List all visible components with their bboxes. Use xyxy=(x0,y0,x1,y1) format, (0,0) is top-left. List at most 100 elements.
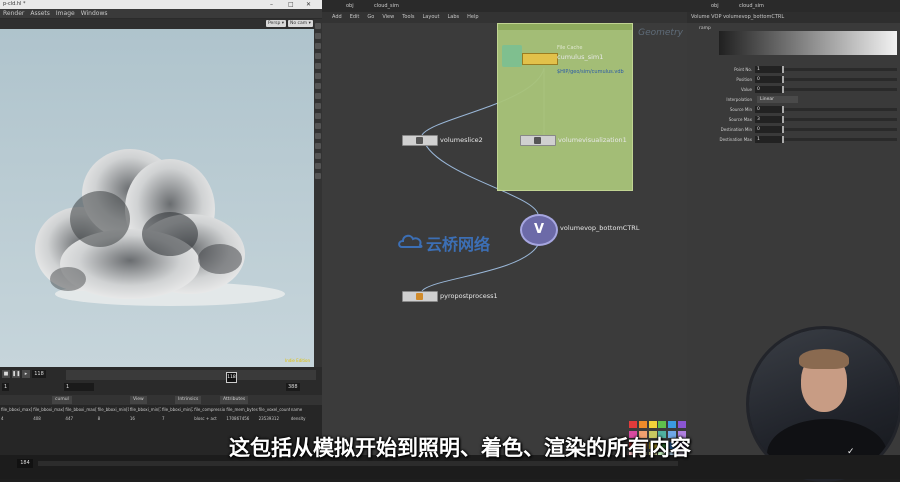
param-tab-cloud-sim[interactable]: cloud_sim xyxy=(735,2,768,10)
color-swatch[interactable] xyxy=(678,421,687,428)
volumeslice-node[interactable] xyxy=(402,135,438,146)
param-tab-obj[interactable]: obj xyxy=(707,2,723,10)
color-swatch[interactable] xyxy=(638,421,647,428)
slider-handle[interactable] xyxy=(782,66,784,73)
param-slider[interactable] xyxy=(783,118,897,121)
slider-handle[interactable] xyxy=(782,106,784,113)
menu-go[interactable]: Go xyxy=(367,12,374,23)
param-slider[interactable] xyxy=(783,78,897,81)
pyropostprocess-node[interactable] xyxy=(402,291,438,302)
volumevop-node[interactable]: V xyxy=(520,214,558,246)
range-start-field[interactable]: 1 xyxy=(2,383,10,391)
column-header[interactable]: file_bboxi_min[1] xyxy=(129,407,161,415)
snap-icon[interactable] xyxy=(315,113,321,119)
3d-viewport[interactable]: Persp ▾ No cam ▾ Indie Edition xyxy=(0,19,314,367)
column-header[interactable]: file_bboxi_min[2] xyxy=(161,407,193,415)
slider-handle[interactable] xyxy=(782,86,784,93)
persp-dropdown[interactable]: Persp ▾ xyxy=(266,20,287,27)
volumevisualization-node[interactable] xyxy=(520,135,556,146)
attributes-dropdown[interactable]: Attributes xyxy=(220,396,249,404)
column-header[interactable]: file_bboxi_min[0] xyxy=(97,407,129,415)
shading-icon[interactable] xyxy=(315,43,321,49)
normals-icon[interactable] xyxy=(315,103,321,109)
color-swatch[interactable] xyxy=(629,421,637,428)
column-header[interactable]: file_compressio xyxy=(193,407,225,415)
menu-windows[interactable]: Windows xyxy=(81,9,108,18)
menu-assets[interactable]: Assets xyxy=(30,9,50,18)
camera-dropdown[interactable]: No cam ▾ xyxy=(288,20,313,27)
view-dropdown[interactable]: View xyxy=(130,396,147,404)
wireframe-icon[interactable] xyxy=(315,83,321,89)
current-frame-field[interactable]: 118 xyxy=(32,370,46,378)
column-header[interactable]: file_bboxi_max[0] xyxy=(0,407,32,415)
param-value-field[interactable]: 0 xyxy=(755,76,782,83)
menu-view[interactable]: View xyxy=(382,12,394,23)
param-slider[interactable] xyxy=(783,128,897,131)
param-value-field[interactable]: 0 xyxy=(755,126,782,133)
file-cache-node[interactable] xyxy=(502,45,558,69)
table-row[interactable]: 4 408 447 8 16 7 blosc + act 170867456 2… xyxy=(0,416,322,424)
grid-icon[interactable] xyxy=(315,53,321,59)
intrinsics-dropdown[interactable]: Intrinsics xyxy=(175,396,202,404)
network-box-header[interactable] xyxy=(498,24,632,30)
frame-marker[interactable]: 118 xyxy=(226,372,237,383)
node-path-field[interactable]: cumul xyxy=(52,396,72,404)
ramp-editor[interactable] xyxy=(719,31,897,55)
range-start-field-2[interactable]: 1 xyxy=(64,383,94,391)
param-slider[interactable] xyxy=(783,68,897,71)
param-value-field[interactable]: 0 xyxy=(755,106,782,113)
param-value-field[interactable]: 0 xyxy=(755,86,782,93)
column-header[interactable]: file_bboxi_max[1] xyxy=(32,407,64,415)
flipbook-icon[interactable] xyxy=(315,163,321,169)
background-icon[interactable] xyxy=(315,153,321,159)
tab-obj[interactable]: obj xyxy=(342,2,358,10)
column-header[interactable]: name xyxy=(290,407,322,415)
param-value-field[interactable]: 3 xyxy=(755,116,782,123)
menu-add[interactable]: Add xyxy=(332,12,342,23)
menu-tools[interactable]: Tools xyxy=(402,12,414,23)
node-name-field[interactable]: volumevop_bottomCTRL xyxy=(723,14,784,20)
param-slider[interactable] xyxy=(783,138,897,141)
visibility-icon[interactable] xyxy=(315,133,321,139)
param-slider[interactable] xyxy=(783,88,897,91)
column-header[interactable]: file_voxel_count xyxy=(258,407,290,415)
home-icon[interactable] xyxy=(315,23,321,29)
param-value-field[interactable]: 1 xyxy=(755,136,782,143)
menu-render[interactable]: Render xyxy=(3,9,24,18)
column-header[interactable]: file_bboxi_max[2] xyxy=(64,407,96,415)
ghost-icon[interactable] xyxy=(315,123,321,129)
display-icon[interactable] xyxy=(315,33,321,39)
menu-help[interactable]: Help xyxy=(467,12,478,23)
layout-icon[interactable] xyxy=(315,173,321,179)
param-value-field[interactable]: 1 xyxy=(755,66,782,73)
close-icon[interactable]: ✕ xyxy=(306,0,311,9)
minimize-icon[interactable]: – xyxy=(270,0,273,9)
slider-handle[interactable] xyxy=(782,126,784,133)
menu-labs[interactable]: Labs xyxy=(448,12,460,23)
menu-layout[interactable]: Layout xyxy=(423,12,440,23)
slider-handle[interactable] xyxy=(782,136,784,143)
color-swatch[interactable] xyxy=(648,421,657,428)
step-icon[interactable]: ▸ xyxy=(22,370,30,378)
column-header[interactable]: file_mem_bytes xyxy=(225,407,257,415)
light-icon[interactable] xyxy=(315,73,321,79)
camera-icon[interactable] xyxy=(315,63,321,69)
slider-handle[interactable] xyxy=(782,116,784,123)
menu-image[interactable]: Image xyxy=(56,9,75,18)
tab-cloud-sim[interactable]: cloud_sim xyxy=(370,2,403,10)
file-cache-node-body[interactable] xyxy=(522,53,558,65)
param-slider[interactable] xyxy=(783,108,897,111)
points-icon[interactable] xyxy=(315,93,321,99)
bottom-frame-field[interactable]: 184 xyxy=(17,459,33,468)
network-canvas[interactable]: Geometry File Cache cumulus_sim1 $HIP/ge… xyxy=(322,23,687,455)
interpolation-dropdown[interactable]: Linear xyxy=(757,96,798,103)
color-swatch[interactable] xyxy=(668,421,677,428)
timeline-ruler[interactable]: 118 xyxy=(66,370,316,383)
menu-edit[interactable]: Edit xyxy=(350,12,360,23)
maximize-icon[interactable]: □ xyxy=(288,0,294,9)
range-end-field[interactable]: 388 xyxy=(286,383,300,391)
pause-icon[interactable]: ❚❚ xyxy=(12,370,20,378)
color-swatch[interactable] xyxy=(658,421,667,428)
stop-icon[interactable]: ■ xyxy=(2,370,10,378)
render-region-icon[interactable] xyxy=(315,143,321,149)
